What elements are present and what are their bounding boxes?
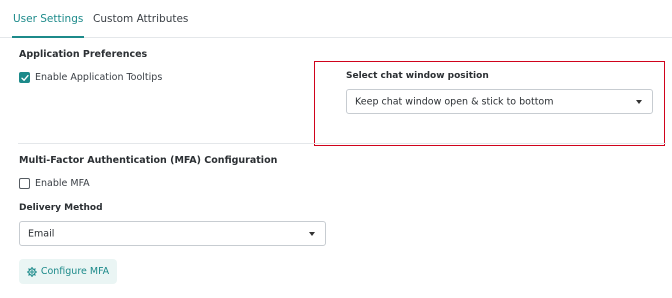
delivery-method-select[interactable]: Email [19,221,326,246]
tab-user-settings[interactable]: User Settings [11,12,85,38]
chat-position-select[interactable]: Keep chat window open & stick to bottom [346,89,653,114]
mfa-heading: Multi-Factor Authentication (MFA) Config… [19,155,278,166]
enable-tooltips-label: Enable Application Tooltips [35,72,163,83]
configure-mfa-label: Configure MFA [40,266,110,277]
chevron-down-icon [309,231,315,236]
tab-custom-attributes[interactable]: Custom Attributes [93,12,188,26]
configure-mfa-button[interactable]: Configure MFA [19,259,117,284]
enable-tooltips-option[interactable]: Enable Application Tooltips [19,72,162,83]
enable-mfa-checkbox[interactable] [19,178,30,189]
gear-icon [26,266,37,277]
enable-tooltips-checkbox[interactable] [19,72,30,83]
delivery-method-label: Delivery Method [19,203,103,213]
section-divider [18,143,666,144]
application-preferences-heading: Application Preferences [19,49,148,60]
checkmark-icon [21,74,29,81]
chat-position-value: Keep chat window open & stick to bottom [355,96,554,107]
tab-bar: User Settings Custom Attributes [0,0,672,38]
chat-position-label: Select chat window position [346,71,489,81]
enable-mfa-label: Enable MFA [35,178,90,189]
delivery-method-value: Email [28,228,55,239]
enable-mfa-option[interactable]: Enable MFA [19,178,90,189]
chevron-down-icon [636,99,642,104]
